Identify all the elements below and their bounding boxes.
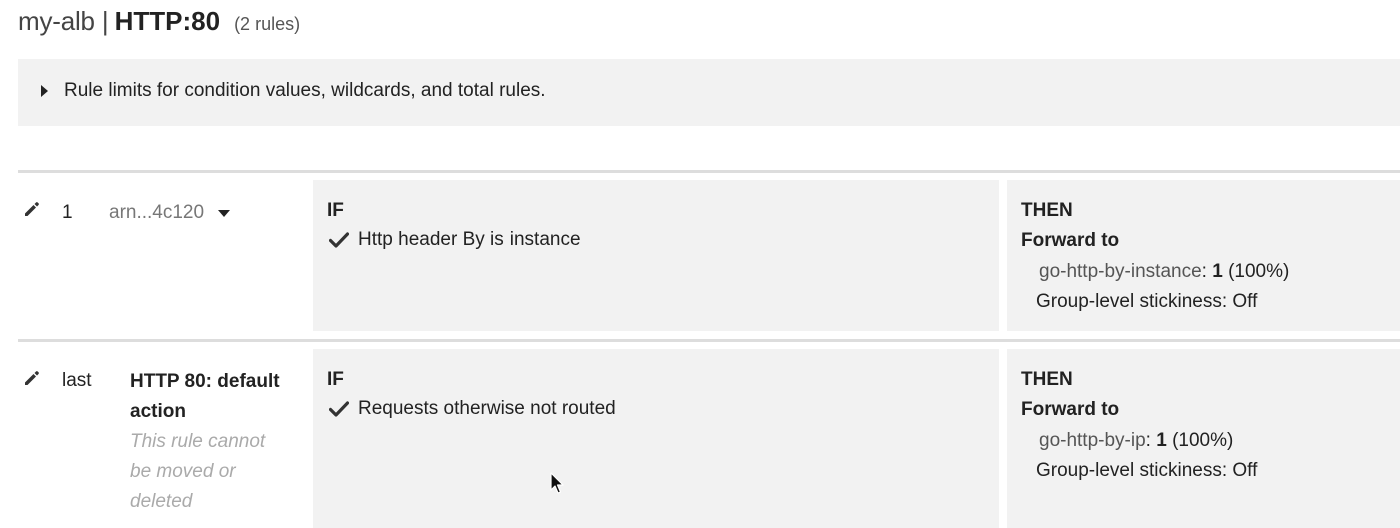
stickiness-status: Group-level stickiness: Off (1036, 460, 1258, 481)
page-header: my-alb | HTTP:80 (2 rules) (18, 6, 300, 40)
target-group-line: go-http-by-instance: 1 (100%) (1039, 261, 1289, 283)
rule-name-line: HTTP 80: default (130, 371, 280, 392)
target-colon: : (1201, 261, 1213, 282)
default-rule-info: HTTP 80: default action This rule cannot… (130, 367, 305, 517)
rule-note-line: deleted (130, 491, 193, 512)
condition-value: instance (509, 229, 581, 250)
target-weight: 1 (1212, 261, 1223, 282)
condition-item: Http header By is instance (329, 229, 581, 251)
then-actions-panel: THEN Forward to go-http-by-ip: 1 (100%) … (1007, 349, 1400, 528)
rule-priority: 1 (62, 202, 73, 223)
checkmark-icon (329, 232, 349, 248)
if-conditions-panel: IF Http header By is instance (313, 180, 999, 331)
target-colon: : (1145, 430, 1157, 451)
rule-name-line: action (130, 401, 186, 422)
if-label: IF (327, 369, 344, 390)
caret-right-icon[interactable] (41, 85, 48, 97)
condition-item: Requests otherwise not routed (329, 398, 616, 420)
then-label: THEN (1021, 369, 1073, 390)
rule-row: 1 arn...4c120 IF Http header By is insta… (18, 170, 1400, 334)
listener-title: HTTP:80 (114, 6, 221, 36)
checkmark-icon (329, 401, 349, 417)
mouse-pointer-icon (550, 472, 564, 494)
header-separator: | (101, 6, 109, 36)
target-group-link[interactable]: go-http-by-instance (1039, 261, 1202, 282)
stickiness-status: Group-level stickiness: Off (1036, 291, 1258, 312)
if-conditions-panel: IF Requests otherwise not routed (313, 349, 999, 528)
target-percent: (100%) (1172, 430, 1234, 451)
then-actions-panel: THEN Forward to go-http-by-instance: 1 (… (1007, 180, 1400, 331)
pencil-icon[interactable] (22, 199, 42, 219)
if-label: IF (327, 200, 344, 221)
listener-rules-page: my-alb | HTTP:80 (2 rules) Rule limits f… (0, 0, 1400, 528)
rule-limits-expander[interactable]: Rule limits for condition values, wildca… (18, 59, 1400, 126)
target-group-line: go-http-by-ip: 1 (100%) (1039, 430, 1233, 452)
load-balancer-name[interactable]: my-alb (18, 6, 95, 37)
rule-note-line: This rule cannot (130, 431, 266, 452)
rule-row: last HTTP 80: default action This rule c… (18, 339, 1400, 528)
target-percent: (100%) (1228, 261, 1290, 282)
action-type: Forward to (1021, 399, 1120, 420)
pencil-icon[interactable] (22, 368, 42, 388)
action-type: Forward to (1021, 230, 1120, 251)
rule-priority: last (62, 370, 92, 391)
target-group-link[interactable]: go-http-by-ip (1039, 430, 1146, 451)
then-label: THEN (1021, 200, 1073, 221)
caret-down-icon[interactable] (218, 210, 231, 217)
target-weight: 1 (1156, 430, 1167, 451)
rule-note-line: be moved or (130, 461, 236, 482)
rule-count: (2 rules) (234, 14, 301, 34)
rule-limits-text[interactable]: Rule limits for condition values, wildca… (64, 80, 546, 102)
rule-arn-dropdown[interactable]: arn...4c120 (109, 202, 231, 224)
rule-arn-text[interactable]: arn...4c120 (109, 202, 204, 224)
condition-text: Requests otherwise not routed (358, 398, 616, 419)
condition-prefix: Http header By is (358, 229, 504, 250)
